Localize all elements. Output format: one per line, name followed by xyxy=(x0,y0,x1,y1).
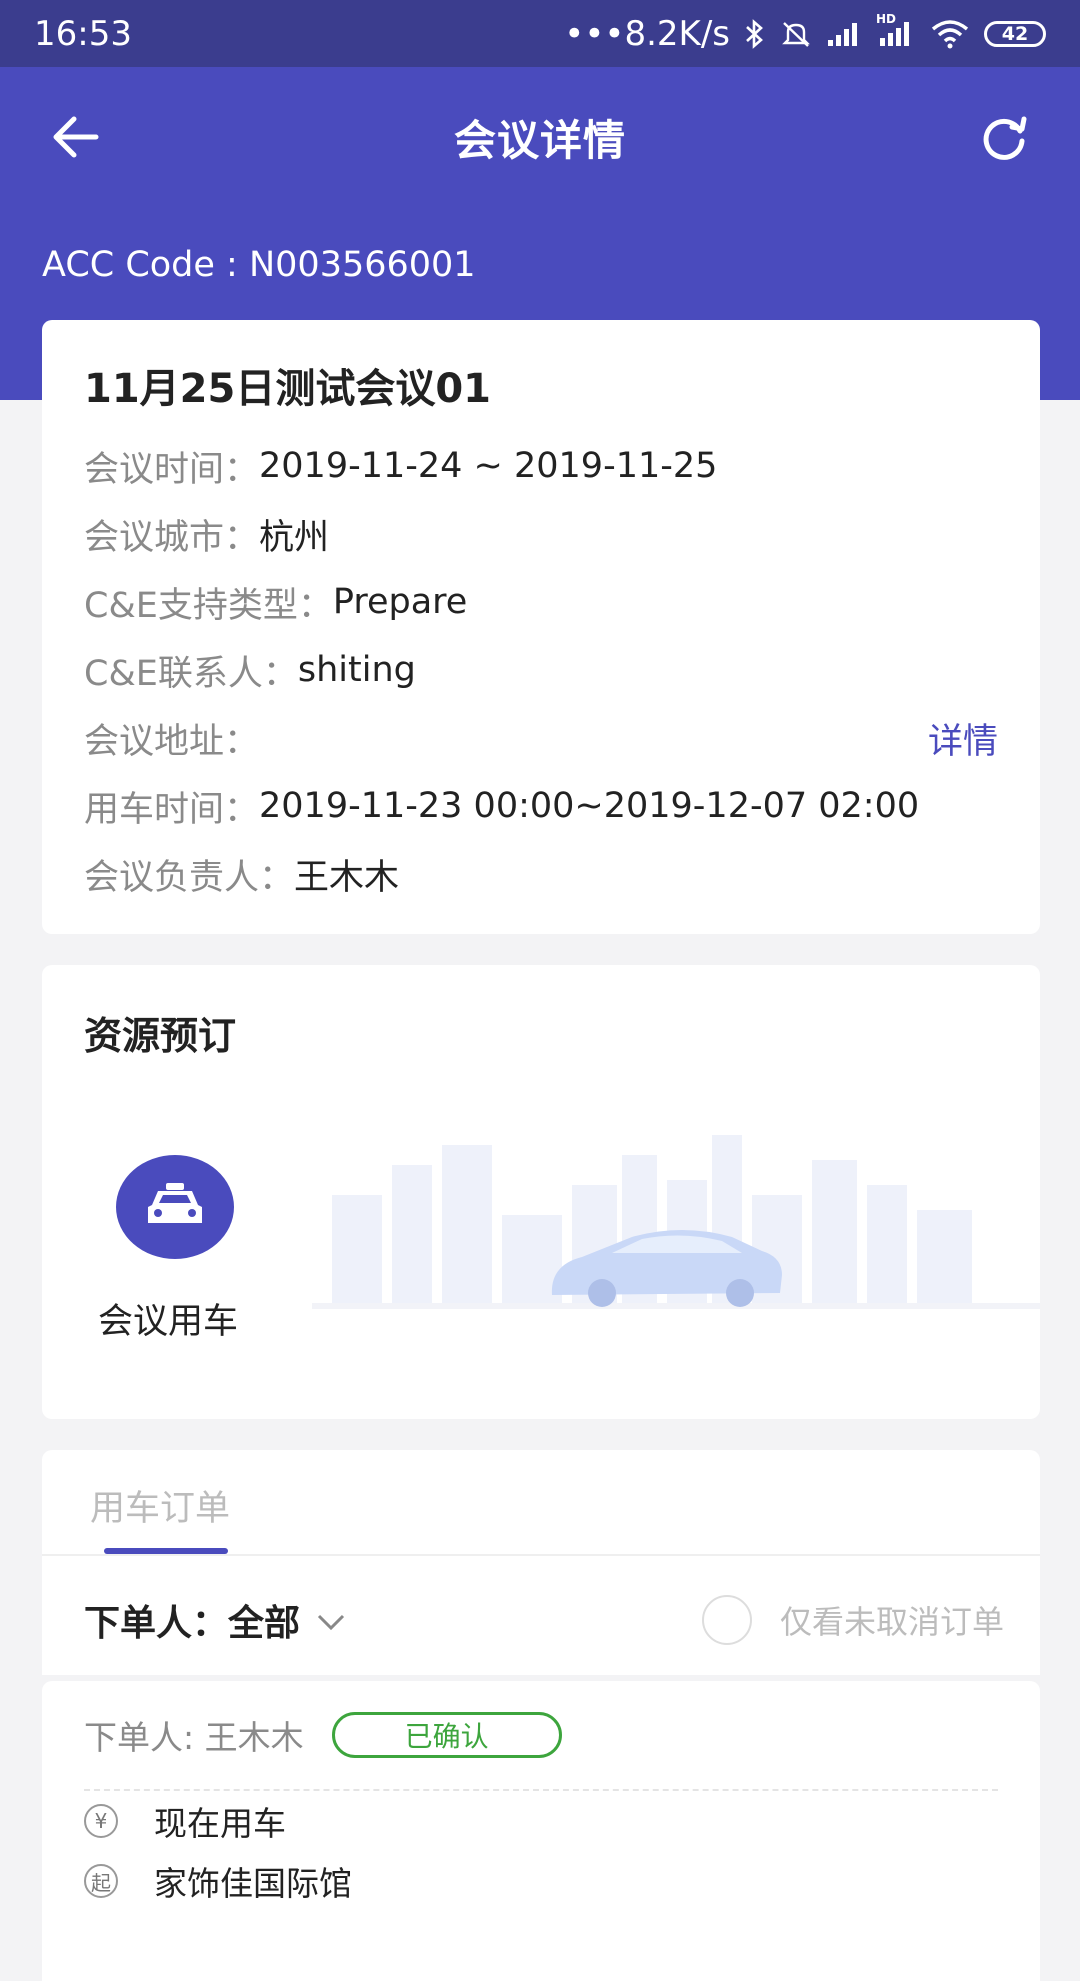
info-row-time: 会议时间： 2019-11-24 ~ 2019-11-25 xyxy=(84,432,998,500)
order-item[interactable]: 下单人: 王木木 已确认 ¥ 现在用车 起 家饰佳国际馆 xyxy=(42,1681,1040,1981)
info-row-address: 会议地址： 详情 xyxy=(84,704,998,772)
meeting-title: 11月25日测试会议01 xyxy=(84,366,491,412)
chevron-down-icon xyxy=(316,1600,346,1641)
orderer-filter-dropdown[interactable]: 下单人： 全部 xyxy=(84,1594,346,1646)
order-line-text: 现在用车 xyxy=(154,1804,286,1843)
yuan-icon: ¥ xyxy=(84,1804,118,1838)
tab-car-orders[interactable]: 用车订单 xyxy=(90,1480,230,1531)
radio-circle-icon[interactable] xyxy=(701,1595,752,1645)
order-header: 下单人: 王木木 已确认 xyxy=(84,1681,998,1791)
info-label: C&E联系人： xyxy=(84,653,298,694)
battery-indicator: 42 xyxy=(984,20,1046,47)
info-row-owner: 会议负责人： 王木木 xyxy=(84,840,998,908)
refresh-icon[interactable] xyxy=(978,111,1030,163)
page-title: 会议详情 xyxy=(453,115,626,165)
info-label: 用车时间： xyxy=(84,789,260,830)
address-details-link[interactable]: 详情 xyxy=(928,713,998,764)
info-row-city: 会议城市： 杭州 xyxy=(84,500,998,568)
info-value: 2019-11-23 00:00~2019-12-07 02:00 xyxy=(259,786,920,826)
orderer-name: 下单人: 王木木 xyxy=(84,1718,304,1757)
info-label: 会议负责人： xyxy=(84,857,295,898)
status-bar: 16:53 •••8.2K/s HD 42 xyxy=(0,0,1080,67)
meeting-info-card: 11月25日测试会议01 会议时间： 2019-11-24 ~ 2019-11-… xyxy=(42,320,1040,934)
info-label: 会议地址： xyxy=(84,721,260,762)
order-filter-row: 下单人： 全部 仅看未取消订单 xyxy=(84,1570,1004,1670)
order-line-start: 起 家饰佳国际馆 xyxy=(84,1851,998,1911)
only-uncancelled-label: 仅看未取消订单 xyxy=(779,1603,1004,1641)
only-uncancelled-toggle[interactable]: 仅看未取消订单 xyxy=(701,1595,1004,1645)
acc-code: ACC Code : N003566001 xyxy=(42,245,476,285)
orderer-filter-label: 下单人： xyxy=(84,1603,229,1644)
meeting-car-label[interactable]: 会议用车 xyxy=(98,1293,238,1344)
info-value: shiting xyxy=(297,650,416,690)
meeting-car-button[interactable] xyxy=(116,1155,234,1259)
divider xyxy=(42,1554,1040,1556)
signal-icon xyxy=(826,20,862,48)
order-line-type: ¥ 现在用车 xyxy=(84,1791,998,1851)
car-orders-panel: 用车订单 下单人： 全部 仅看未取消订单 xyxy=(42,1450,1040,1675)
info-row-contact: C&E联系人： shiting xyxy=(84,636,998,704)
section-title: 资源预订 xyxy=(84,1014,237,1058)
order-line-text: 家饰佳国际馆 xyxy=(154,1864,352,1903)
info-value: 杭州 xyxy=(259,517,330,558)
nav-bar: 会议详情 xyxy=(0,67,1080,207)
hd-signal-icon: HD xyxy=(876,12,916,48)
info-label: 会议时间： xyxy=(84,449,260,490)
wifi-icon xyxy=(930,19,970,49)
back-arrow-icon[interactable] xyxy=(50,113,102,161)
city-car-illustration xyxy=(312,1135,1040,1309)
taxi-icon xyxy=(144,1181,206,1233)
info-row-support-type: C&E支持类型： Prepare xyxy=(84,568,998,636)
status-badge: 已确认 xyxy=(331,1712,562,1758)
network-speed: •••8.2K/s xyxy=(564,13,730,54)
start-icon: 起 xyxy=(84,1864,118,1898)
info-row-car-time: 用车时间： 2019-11-23 00:00~2019-12-07 02:00 xyxy=(84,772,998,840)
info-value: 2019-11-24 ~ 2019-11-25 xyxy=(259,446,718,486)
mute-bell-icon xyxy=(780,18,812,50)
orderer-filter-value: 全部 xyxy=(228,1603,301,1644)
info-label: 会议城市： xyxy=(84,517,260,558)
info-label: C&E支持类型： xyxy=(84,585,333,626)
bluetooth-icon xyxy=(744,18,766,50)
status-time: 16:53 xyxy=(34,13,132,54)
info-value: 王木木 xyxy=(294,857,400,898)
hd-label: HD xyxy=(876,11,897,26)
status-icons: •••8.2K/s HD 42 xyxy=(564,12,1046,54)
resource-booking-card: 资源预订 会议用车 xyxy=(42,965,1040,1419)
info-value: Prepare xyxy=(332,582,468,622)
